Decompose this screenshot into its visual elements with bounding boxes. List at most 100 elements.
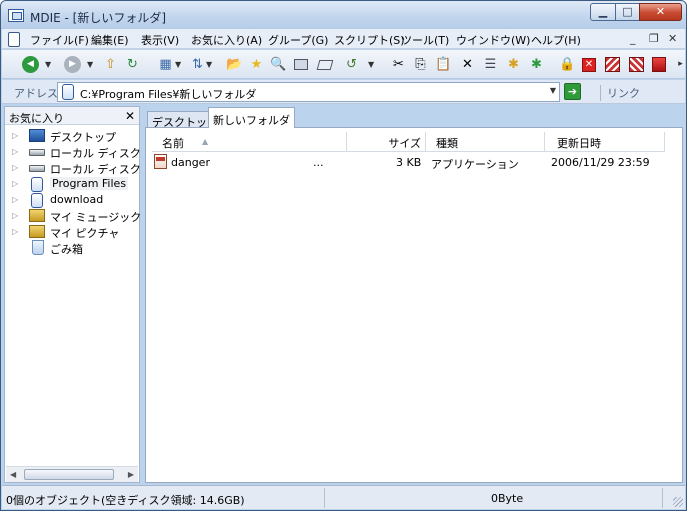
view-dropdown-icon[interactable]: ▼ (175, 57, 183, 72)
tab-new-folder[interactable]: 新しいフォルダ (208, 107, 295, 128)
scroll-left-icon[interactable]: ◀ (10, 470, 16, 479)
sort-icon[interactable]: ⇅ (189, 56, 206, 73)
forward-icon[interactable]: ▶ (64, 56, 81, 73)
expand-icon[interactable]: ▷ (12, 211, 18, 220)
close-all-icon[interactable] (605, 57, 620, 72)
window-icon[interactable] (294, 59, 308, 70)
tree-item-download[interactable]: ▷ download (5, 192, 139, 208)
pictures-folder-icon (29, 225, 45, 238)
folder-icon (62, 84, 74, 100)
sort-ascending-icon: ▲ (202, 137, 209, 146)
properties-icon[interactable]: ☰ (482, 56, 499, 73)
horizontal-scrollbar[interactable]: ◀ ▶ (6, 466, 138, 482)
expand-icon[interactable]: ▷ (12, 163, 18, 172)
tree-item-my-music[interactable]: ▷ マイ ミュージック (5, 208, 142, 224)
menu-favorites[interactable]: お気に入り(A) (191, 32, 262, 48)
mdi-document-icon[interactable] (8, 32, 20, 47)
history-icon[interactable]: ↺ (343, 56, 360, 73)
address-dropdown-icon[interactable]: ▼ (550, 86, 556, 95)
favorites-panel: お気に入り ✕ ▷ デスクトップ ▷ ローカル ディスク (C ▷ ローカル デ… (4, 106, 157, 483)
tab-strip: デスクトップ 新しいフォルダ (145, 107, 685, 129)
tree-item-label: ローカル ディスク (C (50, 147, 157, 160)
go-button[interactable]: ➔ (564, 83, 581, 100)
cut-icon[interactable]: ✂ (390, 56, 407, 73)
forward-dropdown-icon[interactable]: ▼ (87, 57, 95, 72)
menu-group[interactable]: グループ(G) (268, 32, 328, 48)
mdi-minimize-button[interactable]: _ (630, 32, 636, 45)
tree-item-my-pictures[interactable]: ▷ マイ ピクチャ (5, 224, 139, 240)
up-folder-icon[interactable]: ⇧ (102, 56, 119, 73)
tree-item-disk-c[interactable]: ▷ ローカル ディスク (C (5, 144, 156, 160)
links-label[interactable]: リンク (600, 85, 640, 101)
address-input[interactable]: C:¥Program Files¥新しいフォルダ ▼ (57, 82, 560, 102)
file-type: アプリケーション (431, 158, 519, 171)
scrollbar-thumb[interactable] (24, 469, 114, 480)
menu-view[interactable]: 表示(V) (141, 32, 179, 48)
app-icon[interactable] (8, 9, 24, 22)
column-header-name[interactable]: 名前 ▲ (152, 132, 347, 152)
title-bar[interactable]: MDIE - [新しいフォルダ] ▁ □ ✕ (1, 1, 686, 29)
page-icon[interactable] (316, 60, 334, 70)
menu-file[interactable]: ファイル(F) (30, 32, 89, 48)
copy-icon[interactable]: ⎘ (412, 56, 429, 73)
app-window: MDIE - [新しいフォルダ] ▁ □ ✕ ファイル(F) 編集(E) 表示(… (0, 0, 687, 511)
file-modified: 2006/11/29 23:59 (551, 156, 650, 169)
table-row[interactable]: danger ... 3 KB アプリケーション 2006/11/29 23:5… (152, 154, 666, 171)
minimize-button[interactable]: ▁ (590, 3, 616, 21)
history-dropdown-icon[interactable]: ▼ (368, 57, 376, 72)
address-value[interactable]: C:¥Program Files¥新しいフォルダ (80, 86, 256, 102)
expand-icon[interactable]: ▷ (12, 195, 18, 204)
close-tab-icon[interactable]: ✕ (582, 58, 596, 72)
resize-grip[interactable] (673, 497, 683, 507)
exit-icon[interactable] (652, 57, 666, 72)
lock-icon[interactable]: 🔒 (559, 56, 576, 73)
paste-icon[interactable]: 📋 (435, 56, 452, 73)
tree-item-label: デスクトップ (50, 131, 116, 144)
menu-help[interactable]: ヘルプ(H) (531, 32, 581, 48)
menu-script[interactable]: スクリプト(S) (334, 32, 405, 48)
favorites-panel-header: お気に入り ✕ (5, 107, 139, 125)
column-header-type[interactable]: 種類 (426, 132, 545, 152)
close-others-icon[interactable] (629, 57, 644, 72)
search-icon[interactable]: 🔍 (270, 56, 287, 73)
file-list-pane: 名前 ▲ サイズ 種類 更新日時 danger ... 3 KB アプリケーショ… (145, 127, 683, 483)
favorites-close-icon[interactable]: ✕ (125, 109, 135, 123)
back-dropdown-icon[interactable]: ▼ (45, 57, 53, 72)
expand-icon[interactable]: ▷ (12, 227, 18, 236)
status-bar: 0個のオブジェクト(空きディスク領域: 14.6GB) 0Byte (2, 485, 685, 509)
column-header-size[interactable]: サイズ (347, 132, 426, 152)
tree-item-label: マイ ミュージック (50, 211, 142, 224)
disk-icon (29, 149, 45, 156)
tree-item-label: マイ ピクチャ (50, 227, 120, 240)
sort-dropdown-icon[interactable]: ▼ (206, 57, 214, 72)
tree-item-program-files[interactable]: ▷ Program Files (5, 176, 139, 192)
maximize-button[interactable]: □ (615, 3, 640, 21)
refresh-icon[interactable]: ↻ (124, 56, 141, 73)
scroll-right-icon[interactable]: ▶ (128, 470, 134, 479)
expand-icon[interactable]: ▷ (12, 147, 18, 156)
expand-icon[interactable]: ▷ (12, 131, 18, 140)
column-header-modified[interactable]: 更新日時 (545, 132, 665, 152)
expand-icon[interactable]: ▷ (12, 179, 18, 188)
back-icon[interactable]: ◀ (22, 56, 39, 73)
menu-tools[interactable]: ツール(T) (401, 32, 449, 48)
favorite-star-icon[interactable]: ★ (248, 56, 265, 73)
tree-item-disk-d[interactable]: ▷ ローカル ディスク (D (5, 160, 157, 176)
tree-item-recycle-bin[interactable]: ごみ箱 (5, 240, 139, 256)
menu-window[interactable]: ウインドウ(W) (456, 32, 530, 48)
address-label: アドレス (14, 87, 58, 100)
close-button[interactable]: ✕ (639, 3, 682, 21)
mdi-close-button[interactable]: ✕ (668, 32, 677, 45)
new-folder-icon[interactable]: ✱ (505, 56, 522, 73)
file-name: danger (171, 156, 210, 169)
add-icon[interactable]: ✱ (528, 56, 545, 73)
tree-item-label: Program Files (50, 177, 129, 190)
mdi-restore-button[interactable]: ❐ (649, 32, 659, 45)
toolbar-overflow-icon[interactable]: ▸ (672, 56, 686, 73)
folder-icon[interactable]: 📂 (226, 56, 243, 73)
view-mode-icon[interactable]: ▦ (157, 56, 174, 73)
menu-edit[interactable]: 編集(E) (91, 32, 129, 48)
tree-item-desktop[interactable]: ▷ デスクトップ (5, 128, 139, 144)
delete-icon[interactable]: ✕ (459, 56, 476, 73)
file-size: 3 KB (396, 156, 422, 169)
